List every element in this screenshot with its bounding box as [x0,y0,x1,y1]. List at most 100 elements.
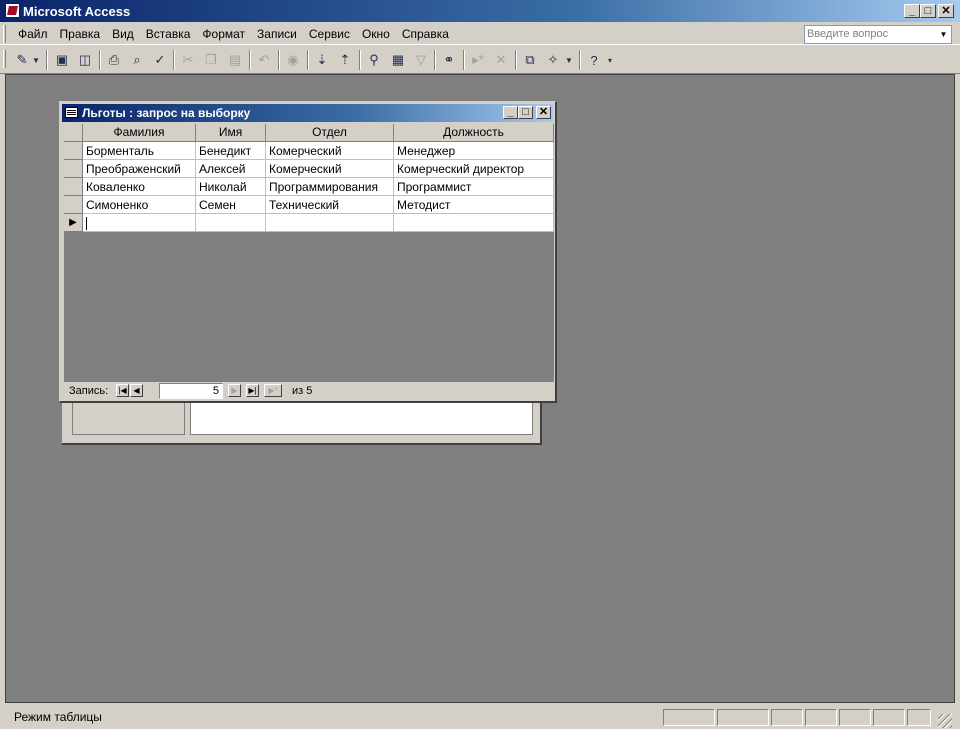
column-header[interactable]: Имя [196,124,266,142]
table-cell[interactable]: Семен [196,196,266,214]
query-title-bar[interactable]: Льготы : запрос на выборку _ □ ✕ [62,104,553,122]
new-record-cell[interactable] [196,214,266,232]
menu-grip[interactable] [3,25,6,43]
search-file-icon[interactable]: ◫ [75,50,95,70]
table-cell[interactable]: Николай [196,178,266,196]
resize-grip-icon[interactable] [938,714,952,728]
record-selector[interactable] [64,196,83,214]
print-icon[interactable]: ⎙ [104,50,124,70]
table-cell[interactable]: Борменталь [83,142,196,160]
table-cell[interactable]: Программист [394,178,554,196]
close-button[interactable]: ✕ [938,4,954,18]
query-close-button[interactable]: ✕ [536,106,551,119]
new-record-cell[interactable] [394,214,554,232]
status-bar: Режим таблицы [0,706,960,729]
table-cell[interactable]: Методист [394,196,554,214]
database-window-icon[interactable]: ⧉ [520,50,540,70]
menu-view[interactable]: Вид [106,27,140,41]
text-cursor [86,217,87,231]
view-dropdown-icon[interactable]: ▼ [30,50,42,70]
last-record-button[interactable]: ▶| [246,384,259,397]
select-all-corner[interactable] [64,124,83,142]
new-record-cell[interactable] [83,214,196,232]
chevron-down-icon[interactable]: ▼ [937,27,950,42]
toolbar-separator [173,50,175,70]
help-icon[interactable]: ? [584,50,604,70]
menu-help[interactable]: Справка [396,27,455,41]
column-header[interactable]: Должность [394,124,554,142]
status-panel [839,709,871,726]
previous-record-icon: ◀ [133,385,140,395]
spelling-icon[interactable]: ✓ [150,50,170,70]
table-cell[interactable]: Коваленко [83,178,196,196]
save-icon[interactable]: ▣ [52,50,72,70]
new-record-button[interactable]: ▶* [264,384,282,397]
datasheet-icon[interactable] [65,107,78,118]
toolbar-separator [278,50,280,70]
previous-record-button[interactable]: ◀ [130,384,143,397]
table-cell[interactable]: Комерческий [266,142,394,160]
table-cell[interactable]: Алексей [196,160,266,178]
menu-window[interactable]: Окно [356,27,396,41]
filter-by-selection-icon[interactable]: ⚲ [364,50,384,70]
column-header[interactable]: Фамилия [83,124,196,142]
minimize-button[interactable]: _ [904,4,920,18]
undo-icon[interactable]: ↶ [254,50,274,70]
record-selector[interactable] [64,160,83,178]
apply-filter-icon[interactable]: ▽ [411,50,431,70]
filter-by-form-icon[interactable]: ▦ [388,50,408,70]
minimize-icon: _ [908,4,916,17]
sort-descending-icon[interactable]: ⇡ [335,50,355,70]
view-design-icon[interactable]: ✎ [12,50,32,70]
app-title-bar[interactable]: Microsoft Access _ □ ✕ [0,0,960,22]
sort-ascending-icon[interactable]: ⇣ [312,50,332,70]
new-record-nav-icon: ▶* [268,385,278,395]
column-header[interactable]: Отдел [266,124,394,142]
table-cell[interactable]: Программирования [266,178,394,196]
new-object-dropdown-icon[interactable]: ▼ [563,50,575,70]
delete-record-icon[interactable]: ✕ [491,50,511,70]
ask-question-placeholder[interactable]: Введите вопрос [807,28,888,40]
menu-format[interactable]: Формат [196,27,251,41]
new-record-icon[interactable]: ▸* [468,50,488,70]
hyperlink-icon[interactable]: ◉ [283,50,303,70]
record-navigation-bar: Запись: |◀ ◀ 5 ▶ ▶| ▶* из 5 [64,382,554,400]
copy-icon[interactable]: ❐ [201,50,221,70]
record-number-input[interactable]: 5 [159,383,223,399]
table-cell[interactable]: Преображенский [83,160,196,178]
table-cell[interactable]: Симоненко [83,196,196,214]
current-record-arrow-icon[interactable]: ▶ [64,214,83,232]
table-cell[interactable]: Менеджер [394,142,554,160]
table-cell[interactable]: Бенедикт [196,142,266,160]
status-panel [771,709,803,726]
menu-edit[interactable]: Правка [54,27,107,41]
form-field-box[interactable] [190,401,533,435]
toolbar-grip[interactable] [3,50,6,68]
first-record-button[interactable]: |◀ [116,384,129,397]
status-panel [717,709,769,726]
print-preview-icon[interactable]: ⌕ [127,50,147,70]
next-record-button[interactable]: ▶ [228,384,241,397]
table-cell[interactable]: Технический [266,196,394,214]
new-object-icon[interactable]: ✧ [543,50,563,70]
cut-icon[interactable]: ✂ [178,50,198,70]
table-cell[interactable]: Комерческий [266,160,394,178]
table-cell[interactable]: Комерческий директор [394,160,554,178]
menu-tools[interactable]: Сервис [303,27,356,41]
maximize-button[interactable]: □ [920,4,936,18]
paste-icon[interactable]: ▤ [225,50,245,70]
menu-insert[interactable]: Вставка [140,27,197,41]
status-text: Режим таблицы [14,710,102,724]
menu-file[interactable]: Файл [12,27,54,41]
menu-records[interactable]: Записи [251,27,303,41]
query-minimize-button[interactable]: _ [503,106,518,119]
toolbar-options-icon[interactable]: ▾ [604,50,616,70]
query-window[interactable]: Льготы : запрос на выборку _ □ ✕ Фамилия… [59,101,557,403]
record-selector[interactable] [64,178,83,196]
ask-question-box[interactable]: Введите вопрос ▼ [804,25,952,44]
access-app-icon[interactable] [5,3,20,18]
query-maximize-button[interactable]: □ [518,106,533,119]
find-icon[interactable]: ⚭ [439,50,459,70]
new-record-cell[interactable] [266,214,394,232]
record-selector[interactable] [64,142,83,160]
